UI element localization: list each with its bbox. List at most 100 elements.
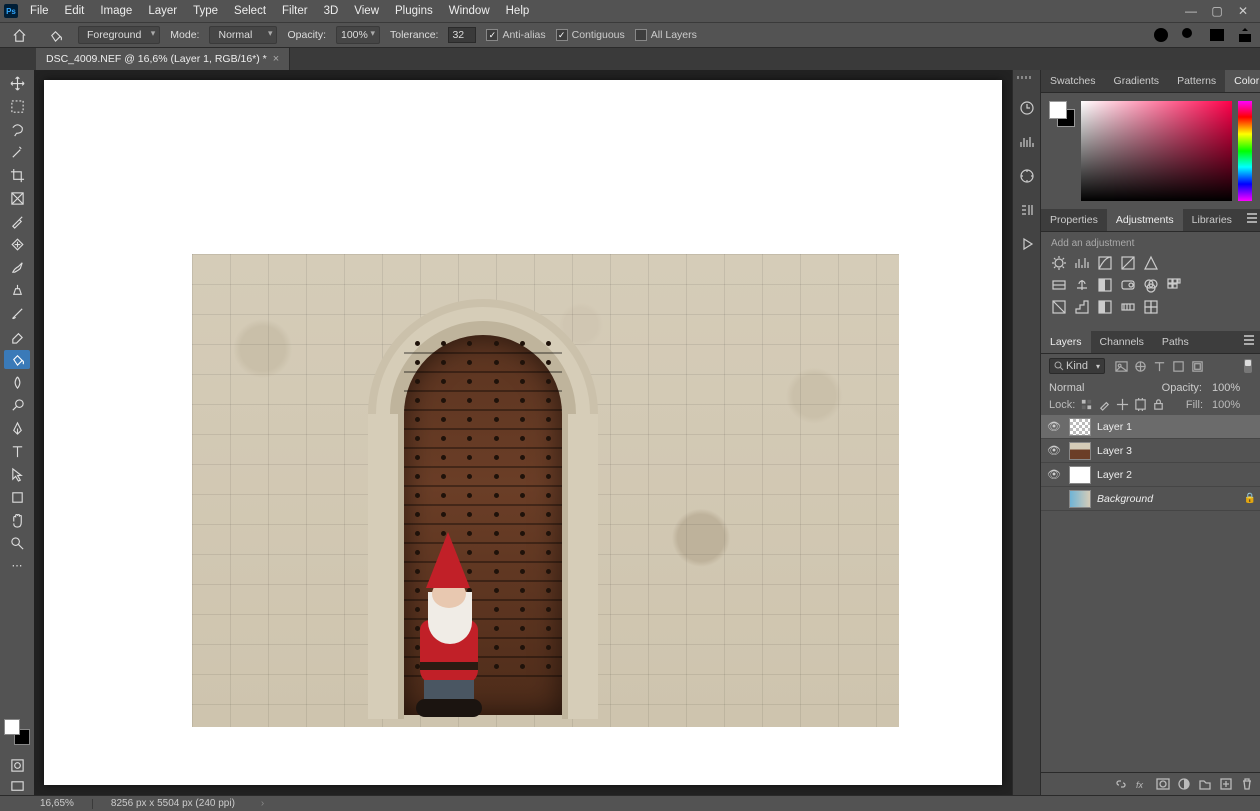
cloud-docs-icon[interactable] (1152, 26, 1170, 44)
blackwhite-icon[interactable] (1097, 277, 1113, 293)
menu-filter[interactable]: Filter (274, 1, 316, 21)
blur-tool[interactable] (4, 373, 30, 392)
posterize-icon[interactable] (1074, 299, 1090, 315)
magic-wand-tool[interactable] (4, 143, 30, 162)
menu-layer[interactable]: Layer (140, 1, 185, 21)
histogram-panel-icon[interactable] (1018, 133, 1036, 151)
filter-shape-icon[interactable] (1172, 360, 1185, 373)
share-icon[interactable] (1236, 26, 1254, 44)
hue-sat-icon[interactable] (1051, 277, 1067, 293)
antialias-checkbox[interactable]: ✓Anti-alias (486, 29, 545, 41)
status-chevron-icon[interactable]: › (261, 798, 264, 809)
menu-plugins[interactable]: Plugins (387, 1, 441, 21)
menu-select[interactable]: Select (226, 1, 274, 21)
levels-icon[interactable] (1074, 255, 1090, 271)
layer-name[interactable]: Layer 3 (1097, 445, 1132, 457)
crop-tool[interactable] (4, 166, 30, 185)
color-swatch-stack[interactable] (1049, 101, 1075, 127)
opacity-dropdown[interactable]: 100% (336, 26, 380, 44)
color-field[interactable] (1081, 101, 1232, 201)
tab-patterns[interactable]: Patterns (1168, 70, 1225, 92)
blend-mode-dropdown[interactable]: Normal (209, 26, 277, 44)
menu-edit[interactable]: Edit (57, 1, 93, 21)
frame-tool[interactable] (4, 189, 30, 208)
screen-mode-tool[interactable] (4, 778, 30, 795)
tolerance-input[interactable] (448, 27, 476, 43)
visibility-toggle[interactable]: 👁 (1045, 420, 1063, 433)
quick-mask-tool[interactable] (4, 757, 30, 774)
menu-file[interactable]: File (22, 1, 57, 21)
panel-menu-icon[interactable] (1241, 209, 1260, 231)
tab-channels[interactable]: Channels (1091, 331, 1153, 353)
layer-name[interactable]: Background (1097, 493, 1153, 505)
photo-filter-icon[interactable] (1120, 277, 1136, 293)
lock-position-icon[interactable] (1116, 398, 1129, 411)
pen-tool[interactable] (4, 419, 30, 438)
menu-window[interactable]: Window (441, 1, 498, 21)
invert-icon[interactable] (1051, 299, 1067, 315)
close-tab-icon[interactable]: × (273, 53, 279, 65)
lasso-tool[interactable] (4, 120, 30, 139)
eraser-tool[interactable] (4, 327, 30, 346)
lock-pixels-icon[interactable] (1098, 398, 1111, 411)
history-brush-tool[interactable] (4, 304, 30, 323)
navigator-panel-icon[interactable] (1018, 167, 1036, 185)
layer-row[interactable]: 👁Layer 1 (1041, 415, 1260, 439)
history-panel-icon[interactable] (1018, 99, 1036, 117)
dodge-tool[interactable] (4, 396, 30, 415)
layer-thumbnail[interactable] (1069, 418, 1091, 436)
exposure-icon[interactable] (1120, 255, 1136, 271)
move-tool[interactable] (4, 74, 30, 93)
layer-fill[interactable]: 100% (1208, 399, 1252, 411)
marquee-tool[interactable] (4, 97, 30, 116)
lock-transparent-icon[interactable] (1080, 398, 1093, 411)
layer-row[interactable]: Background🔒 (1041, 487, 1260, 511)
layer-thumbnail[interactable] (1069, 442, 1091, 460)
document-tab[interactable]: DSC_4009.NEF @ 16,6% (Layer 1, RGB/16*) … (36, 48, 290, 70)
paint-bucket-options-icon[interactable] (42, 26, 68, 45)
hand-tool[interactable] (4, 511, 30, 530)
gradient-map-icon[interactable] (1120, 299, 1136, 315)
filter-image-icon[interactable] (1115, 360, 1128, 373)
layer-thumbnail[interactable] (1069, 466, 1091, 484)
layer-name[interactable]: Layer 2 (1097, 469, 1132, 481)
channel-mixer-icon[interactable] (1143, 277, 1159, 293)
brush-tool[interactable] (4, 258, 30, 277)
lock-artboard-icon[interactable] (1134, 398, 1147, 411)
tab-properties[interactable]: Properties (1041, 209, 1107, 231)
path-selection-tool[interactable] (4, 465, 30, 484)
tab-libraries[interactable]: Libraries (1183, 209, 1241, 231)
selective-color-icon[interactable] (1143, 299, 1159, 315)
hue-strip[interactable] (1238, 101, 1252, 201)
presets-panel-icon[interactable] (1018, 201, 1036, 219)
canvas[interactable] (34, 70, 1012, 795)
panel-menu-icon[interactable] (1238, 331, 1260, 353)
healing-brush-tool[interactable] (4, 235, 30, 254)
layer-row[interactable]: 👁 Layer 2 (1041, 463, 1260, 487)
vibrance-icon[interactable] (1143, 255, 1159, 271)
more-tools-icon[interactable]: ⋯ (4, 557, 30, 574)
type-tool[interactable] (4, 442, 30, 461)
all-layers-checkbox[interactable]: All Layers (635, 29, 697, 41)
lock-all-icon[interactable] (1152, 398, 1165, 411)
filter-type-icon[interactable] (1153, 360, 1166, 373)
visibility-toggle[interactable]: 👁 (1045, 468, 1063, 481)
workspace-icon[interactable] (1208, 26, 1226, 44)
tab-gradients[interactable]: Gradients (1105, 70, 1169, 92)
tab-swatches[interactable]: Swatches (1041, 70, 1105, 92)
contiguous-checkbox[interactable]: ✓Contiguous (556, 29, 625, 41)
curves-icon[interactable] (1097, 255, 1113, 271)
zoom-tool[interactable] (4, 534, 30, 553)
home-icon[interactable] (6, 26, 32, 45)
color-swatches[interactable] (4, 719, 30, 745)
search-icon[interactable] (1180, 26, 1198, 44)
menu-type[interactable]: Type (185, 1, 226, 21)
tab-adjustments[interactable]: Adjustments (1107, 209, 1183, 231)
menu-image[interactable]: Image (92, 1, 140, 21)
menu-3d[interactable]: 3D (316, 1, 347, 21)
brightness-contrast-icon[interactable] (1051, 255, 1067, 271)
clone-stamp-tool[interactable] (4, 281, 30, 300)
actions-panel-icon[interactable] (1018, 235, 1036, 253)
filter-smart-icon[interactable] (1191, 360, 1204, 373)
maximize-button[interactable]: ▢ (1204, 0, 1230, 22)
